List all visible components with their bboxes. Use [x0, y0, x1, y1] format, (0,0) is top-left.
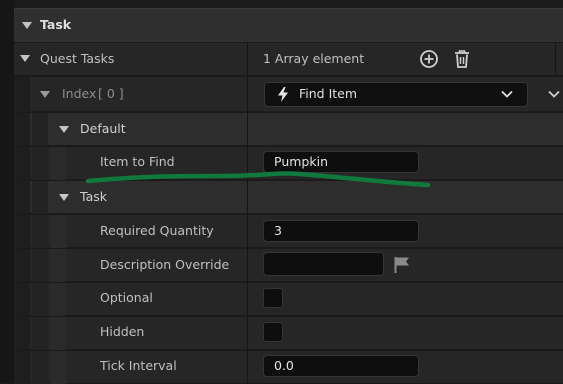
- green-underline-annotation: [85, 171, 431, 188]
